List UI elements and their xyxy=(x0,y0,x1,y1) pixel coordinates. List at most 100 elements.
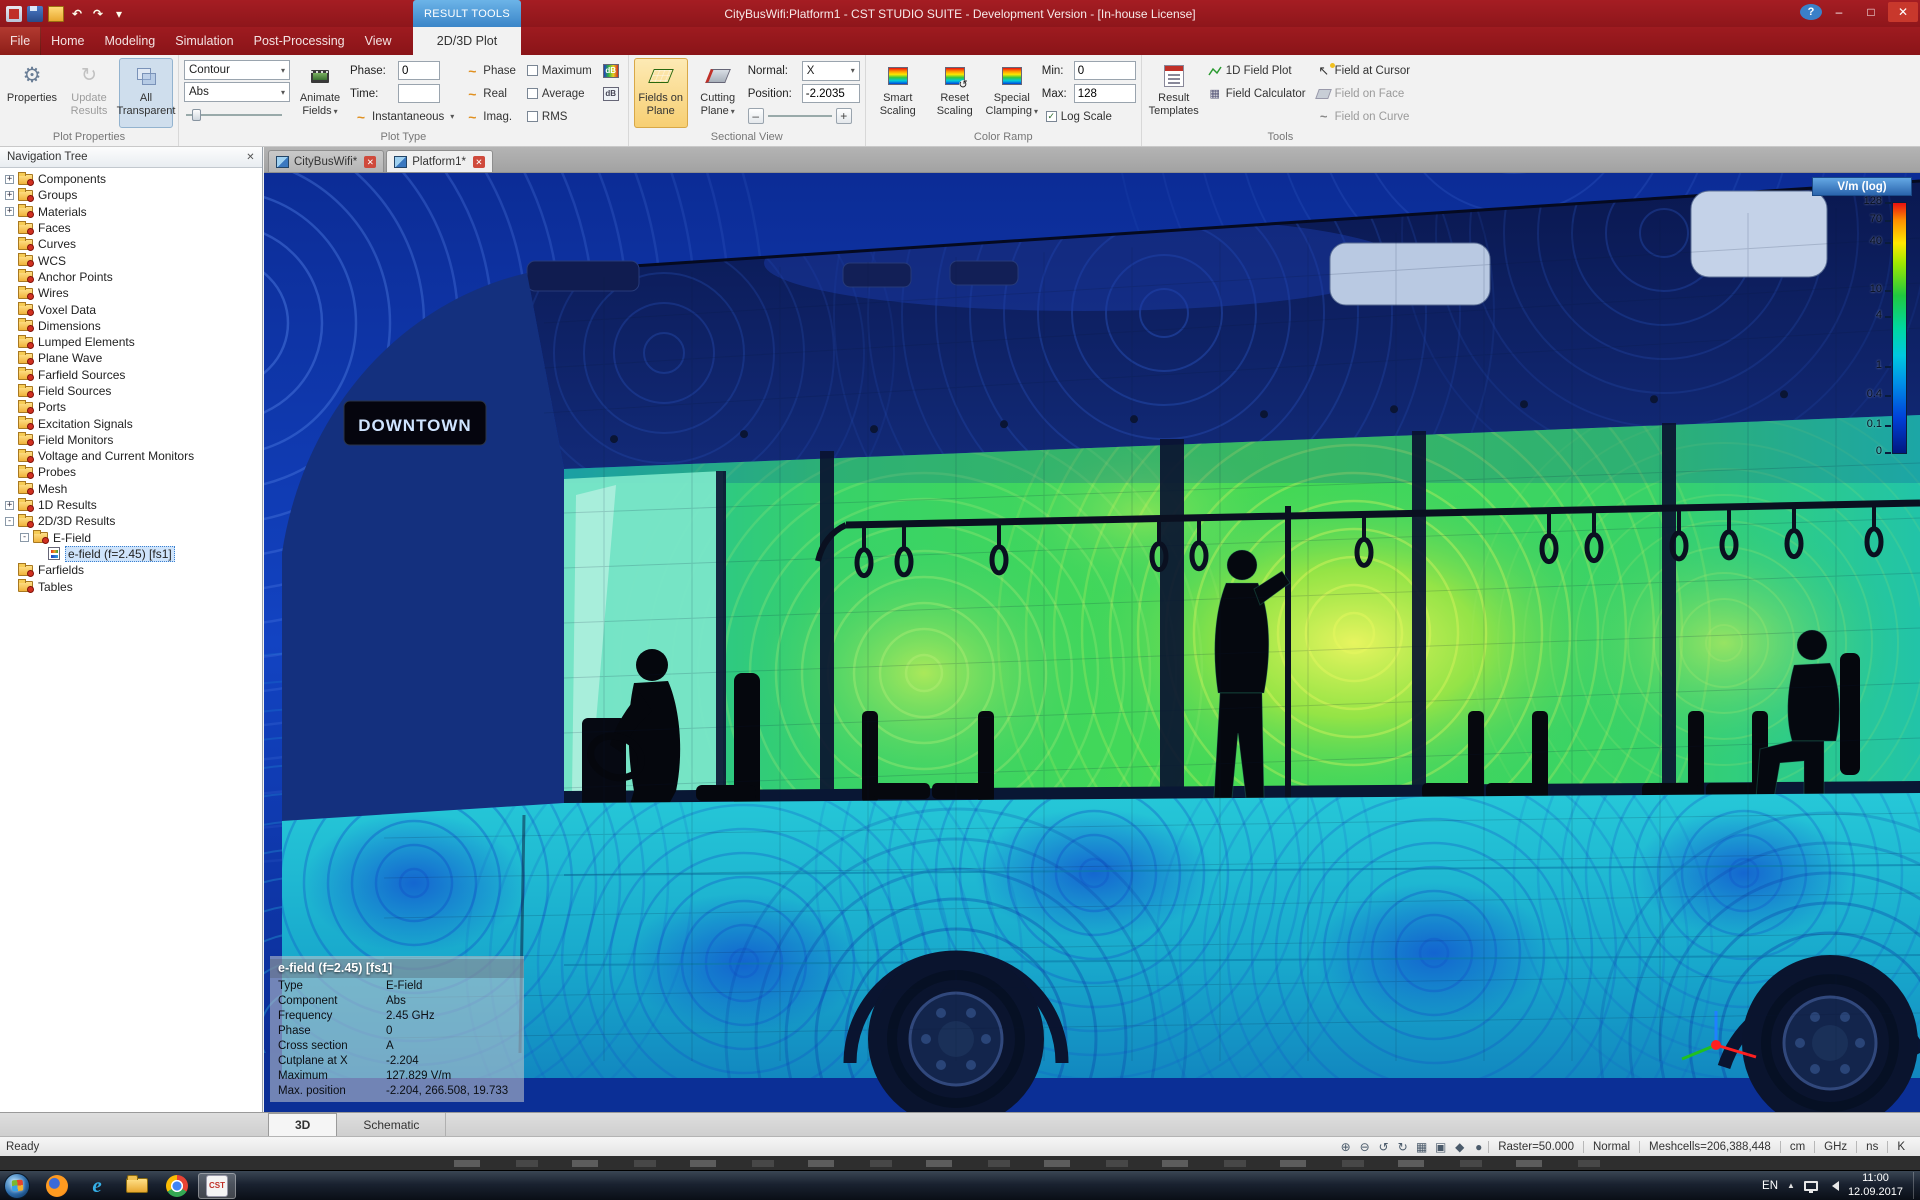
min-input[interactable] xyxy=(1073,61,1136,80)
rotate-left-icon[interactable]: ↺ xyxy=(1374,1139,1393,1155)
log-scale-checkbox[interactable]: ✓ Log Scale xyxy=(1042,106,1136,127)
point-icon[interactable]: ● xyxy=(1469,1139,1488,1155)
undo-icon[interactable]: ↶ xyxy=(69,6,85,22)
clock[interactable]: 11:00 12.09.2017 xyxy=(1848,1171,1914,1200)
tree-item-ports[interactable]: Ports xyxy=(0,399,262,415)
tab-home[interactable]: Home xyxy=(41,27,94,55)
3d-viewport[interactable]: DOWNTOWN V/m (log) 128 70 40 10 4 1 0.4 … xyxy=(264,173,1920,1112)
tree-item-mesh[interactable]: Mesh xyxy=(0,481,262,497)
reset-scaling-button[interactable]: Reset Scaling xyxy=(928,58,982,128)
result-tools-context-tab[interactable]: RESULT TOOLS xyxy=(413,0,521,27)
1d-field-plot-button[interactable]: 1D Field Plot xyxy=(1204,60,1310,81)
rotate-right-icon[interactable]: ↻ xyxy=(1393,1139,1412,1155)
tree-item-plane-wave[interactable]: Plane Wave xyxy=(0,350,262,366)
customize-quick-access-icon[interactable]: ▾ xyxy=(111,6,127,22)
db-button[interactable]: dB xyxy=(599,83,623,104)
tree-item-1d-results[interactable]: +1D Results xyxy=(0,497,262,513)
tree-item-excitation-signals[interactable]: Excitation Signals xyxy=(0,415,262,431)
tab-file[interactable]: File xyxy=(0,27,42,55)
time-input[interactable] xyxy=(398,84,440,103)
tree-item-dimensions[interactable]: Dimensions xyxy=(0,318,262,334)
taskbar-item-firefox[interactable] xyxy=(38,1173,76,1199)
speaker-icon[interactable] xyxy=(1827,1180,1839,1191)
tab-2d3d-plot[interactable]: 2D/3D Plot xyxy=(413,27,521,55)
tree-item-e-field-f-2-45-fs1[interactable]: e-field (f=2.45) [fs1] xyxy=(0,545,262,562)
taskbar-item-chrome[interactable] xyxy=(158,1173,196,1199)
tab-post-processing[interactable]: Post-Processing xyxy=(244,27,355,55)
tree-item-wcs[interactable]: WCS xyxy=(0,252,262,268)
position-minus-button[interactable]: – xyxy=(747,108,764,124)
taskbar-item-internet-explorer[interactable]: e xyxy=(78,1173,116,1199)
field-at-cursor-button[interactable]: ↖ Field at Cursor xyxy=(1313,60,1414,81)
zoom-out-icon[interactable]: ⊖ xyxy=(1355,1139,1374,1155)
tree-item-farfields[interactable]: Farfields xyxy=(0,562,262,578)
db-color-button[interactable]: dB xyxy=(599,60,623,81)
close-tree-icon[interactable]: ✕ xyxy=(243,150,258,165)
tree-item-lumped-elements[interactable]: Lumped Elements xyxy=(0,334,262,350)
real-button[interactable]: ~ Real xyxy=(461,83,520,104)
redo-icon[interactable]: ↷ xyxy=(90,6,106,22)
tree-expander-icon[interactable]: + xyxy=(5,207,14,217)
animate-fields-button[interactable]: Animate Fields ▾ xyxy=(293,58,347,128)
tree-item-probes[interactable]: Probes xyxy=(0,464,262,480)
tree-item-voxel-data[interactable]: Voxel Data xyxy=(0,301,262,317)
language-indicator[interactable]: EN xyxy=(1762,1180,1778,1192)
tab-simulation[interactable]: Simulation xyxy=(165,27,243,55)
tree-item-components[interactable]: + Components xyxy=(0,171,262,187)
tree-expander-icon[interactable]: + xyxy=(5,191,14,200)
result-templates-button[interactable]: Result Templates xyxy=(1147,58,1201,128)
help-button[interactable]: ? xyxy=(1800,4,1822,20)
axes-icon[interactable]: ◆ xyxy=(1450,1139,1469,1155)
position-track[interactable] xyxy=(767,115,832,117)
close-button[interactable]: ✕ xyxy=(1888,2,1918,22)
max-input[interactable] xyxy=(1073,84,1136,103)
close-tab-icon[interactable]: ✕ xyxy=(364,155,377,168)
show-hidden-icons[interactable]: ▲ xyxy=(1787,1181,1795,1190)
properties-button[interactable]: ⚙ Properties xyxy=(5,58,59,128)
tree-item-wires[interactable]: Wires xyxy=(0,285,262,301)
zoom-in-icon[interactable]: ⊕ xyxy=(1336,1139,1355,1155)
tab-view[interactable]: View xyxy=(355,27,402,55)
component-combobox[interactable]: Abs ▾ xyxy=(184,82,290,102)
tree-item-field-sources[interactable]: Field Sources xyxy=(0,383,262,399)
all-transparent-button[interactable]: All Transparent xyxy=(117,58,175,128)
tree-item-field-monitors[interactable]: Field Monitors xyxy=(0,432,262,448)
view-tab-schematic[interactable]: Schematic xyxy=(337,1113,447,1136)
tree-item-e-field[interactable]: - E-Field xyxy=(0,530,262,546)
tree-item-anchor-points[interactable]: Anchor Points xyxy=(0,269,262,285)
document-tab-citybuswifi[interactable]: CityBusWifi* ✕ xyxy=(268,150,385,172)
tab-modeling[interactable]: Modeling xyxy=(95,27,166,55)
phase-input[interactable] xyxy=(398,61,440,80)
tree-item-tables[interactable]: Tables xyxy=(0,578,262,594)
special-clamping-button[interactable]: Special Clamping ▾ xyxy=(985,58,1039,128)
tree-expander-icon[interactable]: + xyxy=(5,174,14,184)
smart-scaling-button[interactable]: Smart Scaling xyxy=(871,58,925,128)
tree-item-groups[interactable]: + Groups xyxy=(0,187,262,203)
open-icon[interactable] xyxy=(48,5,64,22)
close-tab-icon[interactable]: ✕ xyxy=(472,155,485,168)
phase-button[interactable]: ~ Phase xyxy=(461,60,520,81)
contour-combobox[interactable]: Contour ▾ xyxy=(184,60,290,80)
minimize-button[interactable]: – xyxy=(1824,2,1854,22)
tree-expander-icon[interactable]: - xyxy=(5,517,14,526)
tree-item-curves[interactable]: Curves xyxy=(0,236,262,252)
start-button[interactable] xyxy=(4,1172,30,1199)
network-icon[interactable] xyxy=(1803,1180,1818,1193)
maximum-button[interactable]: Maximum xyxy=(523,60,596,81)
instantaneous-dropdown[interactable]: ~ Instantaneous ▾ xyxy=(350,106,458,127)
position-input[interactable] xyxy=(801,84,860,103)
tree-item-faces[interactable]: Faces xyxy=(0,220,262,236)
fit-view-icon[interactable]: ▣ xyxy=(1431,1139,1450,1155)
maximize-button[interactable]: □ xyxy=(1856,2,1886,22)
tree-item-2d-3d-results[interactable]: - 2D/3D Results xyxy=(0,513,262,529)
plot-opacity-slider[interactable] xyxy=(184,106,284,124)
document-tab-platform1[interactable]: Platform1* ✕ xyxy=(386,150,493,172)
tree-item-voltage-and-current-monitors[interactable]: Voltage and Current Monitors xyxy=(0,448,262,464)
tree-item-materials[interactable]: + Materials xyxy=(0,204,262,220)
cutting-plane-button[interactable]: Cutting Plane ▾ xyxy=(691,58,745,128)
taskbar-item-file-explorer[interactable] xyxy=(118,1173,156,1199)
position-plus-button[interactable]: + xyxy=(835,108,852,124)
normal-combobox[interactable]: X ▾ xyxy=(801,60,860,81)
rms-button[interactable]: RMS xyxy=(523,106,596,127)
imaginary-button[interactable]: ~ Imag. xyxy=(461,106,520,127)
